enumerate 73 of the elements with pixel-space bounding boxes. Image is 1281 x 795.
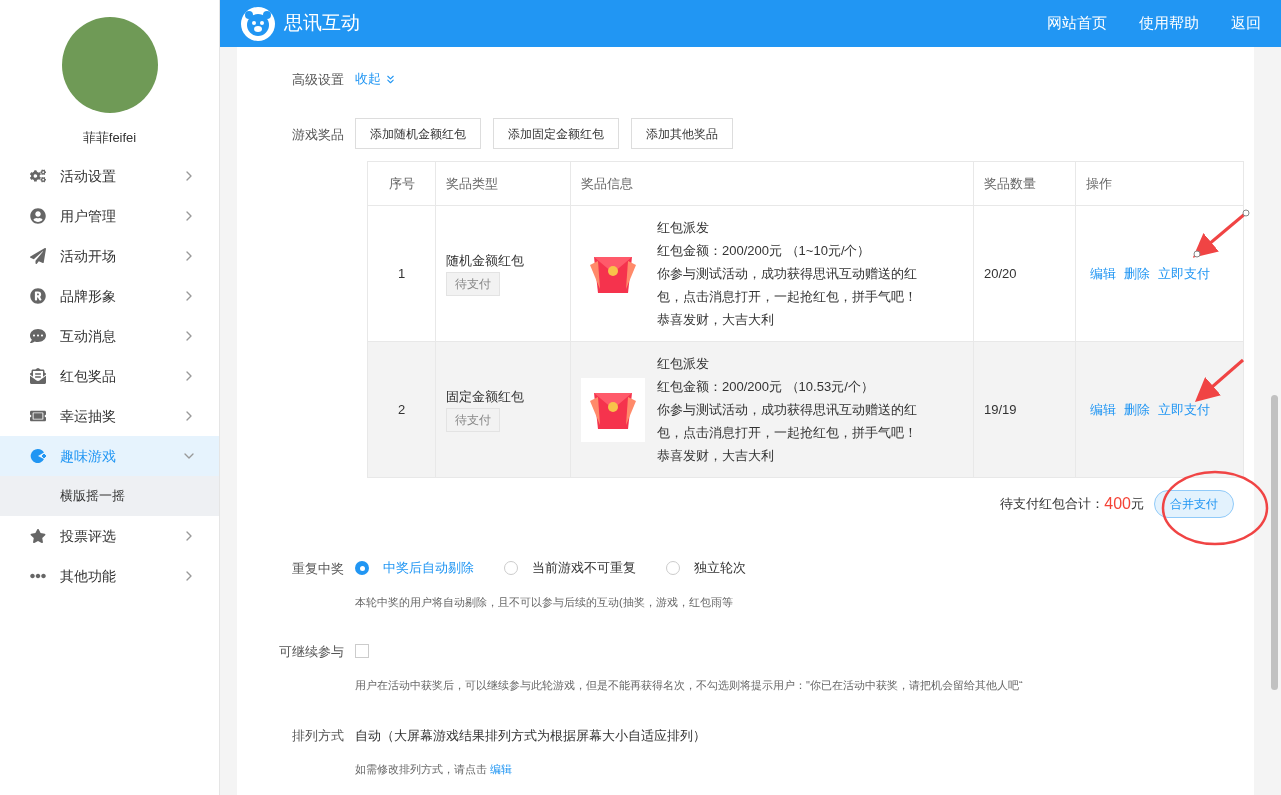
gears-icon [30,168,46,184]
prize-title: 红包派发 [657,355,710,373]
status-tag: 待支付 [446,272,500,297]
user-name: 菲菲feifei [82,130,137,146]
prize-amount: 红包金额：200/200元 （10.53元/个） [657,378,875,396]
sidebar-item[interactable]: 用户管理 [0,196,219,236]
table-cell: 2 [367,341,436,478]
prize-blessing: 恭喜发财，大吉大利 [657,311,775,329]
sidebar-label: 用户管理 [60,206,117,226]
paper-plane-icon [30,248,46,264]
table-cell: 19/19 [973,341,1076,478]
sidebar-subitem[interactable]: 横版摇一摇 [0,476,219,516]
checkbox[interactable] [355,643,369,658]
registered-icon [30,288,46,304]
field-label: 游戏奖品 [292,126,344,142]
hint-text: 本轮中奖的用户将自动剔除，且不可以参与后续的互动(抽奖，游戏，红包雨等 [355,595,734,610]
field-label: 重复中奖 [292,561,344,576]
field-label: 可继续参与 [279,643,344,659]
hint-text: 用户在活动中获奖后，可以继续参与此轮游戏，但是不能再获得名次，不勾选则将提示用户："你已在活动中获奖，请把机会留给其他人吧“ [355,677,1024,693]
sidebar-item[interactable]: 活动开场 [0,236,219,276]
column-header: 奖品信息 [570,161,974,206]
sidebar-label: 红包奖品 [60,366,117,386]
radio-icon [355,561,369,575]
total-unit: 元 [1131,495,1144,514]
sidebar-label: 幸运抽奖 [60,406,117,426]
add-prize-button[interactable]: 添加固定金额红包 [493,118,619,149]
column-header: 奖品数量 [973,161,1076,206]
prize-message: 你参与测试活动，成功获得思讯互动赠送的红包，点击消息打开，一起抢红包，拼手气吧！ [657,401,918,442]
prize-type: 随机金额红包 [446,251,524,270]
scrollbar-thumb[interactable] [1271,395,1278,690]
bear-logo-icon [240,5,276,42]
sidebar-item[interactable]: 红包奖品 [0,356,219,396]
column-header: 操作 [1075,161,1244,206]
sidebar-item[interactable]: 其他功能 [0,556,219,596]
column-header: 序号 [367,161,436,206]
sidebar-label: 投票评选 [60,526,117,546]
sidebar-item[interactable]: 活动设置 [0,156,219,196]
prize-blessing: 恭喜发财，大吉大利 [657,447,775,465]
prize-message: 你参与测试活动，成功获得思讯互动赠送的红包，点击消息打开，一起抢红包，拼手气吧！ [657,265,918,306]
sidebar-label: 品牌形象 [60,286,117,306]
radio-option[interactable]: 当前游戏不可重复 [504,558,636,578]
envelope-icon [30,368,46,384]
sidebar-label: 互动消息 [60,326,117,346]
radio-option[interactable]: 独立轮次 [666,558,746,578]
total-amount: 400 [1104,494,1131,514]
prize-amount: 红包金额：200/200元 （1~10元/个） [657,242,872,260]
field-label: 排列方式 [292,728,344,743]
prize-type: 固定金额红包 [446,387,524,406]
hint-text: 如需修改排列方式，请点击 [355,763,487,775]
arrange-value: 自动（大屏幕游戏结果排列方式为根据屏幕大小自适应排列） [355,728,706,743]
sidebar-item[interactable]: 幸运抽奖 [0,396,219,436]
sidebar-label: 活动开场 [60,246,117,266]
column-header: 奖品类型 [435,161,571,206]
sidebar-item[interactable]: 互动消息 [0,316,219,356]
table-cell: 20/20 [973,205,1076,342]
add-prize-button[interactable]: 添加其他奖品 [631,118,733,149]
status-tag: 待支付 [446,408,500,433]
sidebar-item[interactable]: 品牌形象 [0,276,219,316]
prize-title: 红包派发 [657,219,710,237]
pacman-icon [30,448,46,464]
add-prize-button[interactable]: 添加随机金额红包 [355,118,481,149]
sidebar-label: 其他功能 [60,566,117,586]
table-cell: 1 [367,205,436,342]
star-icon [30,528,46,544]
chat-bubble-icon [30,328,46,344]
sidebar-label: 趣味游戏 [60,446,117,466]
sidebar-item[interactable]: 投票评选 [0,516,219,556]
total-label: 待支付红包合计： [1000,495,1105,514]
brand-name: 思讯互动 [284,11,361,36]
sidebar-label: 活动设置 [60,166,117,186]
user-icon [30,208,46,224]
field-label: 高级设置 [292,72,344,87]
ticket-icon [30,408,46,424]
